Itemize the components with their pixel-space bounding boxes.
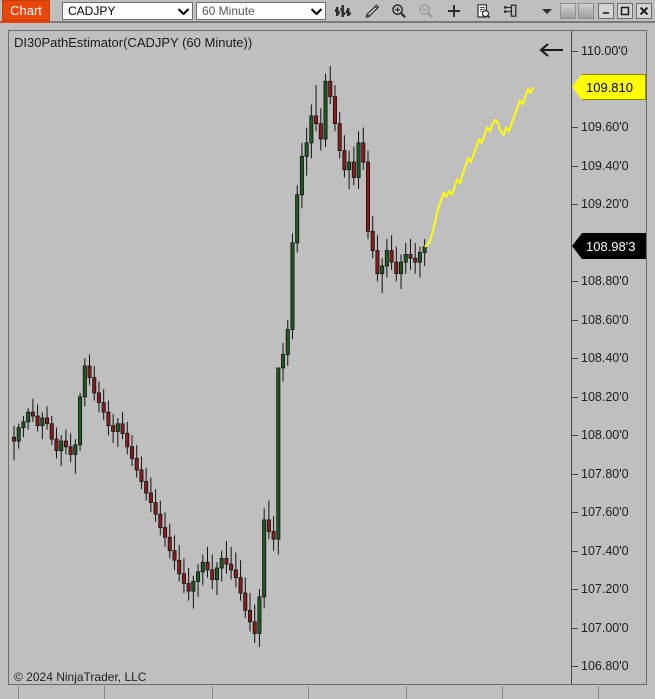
chart-tab[interactable]: Chart	[2, 0, 50, 21]
last-price-marker[interactable]: 108.98'3	[572, 233, 646, 260]
forecast-price-marker[interactable]: 109.810	[572, 74, 646, 101]
forecast-path-line	[424, 86, 535, 248]
price-axis-tick	[572, 281, 578, 283]
marker-pointer-icon	[572, 74, 582, 101]
chevron-down-icon	[308, 3, 325, 19]
minimize-button[interactable]	[598, 3, 614, 19]
zoom-out-icon[interactable]	[413, 2, 438, 20]
price-axis-label: 108.20'0	[581, 389, 629, 404]
price-axis-tick	[572, 396, 578, 398]
interval-select[interactable]: 60 Minute	[196, 2, 326, 20]
symbol-select-value: CADJPY	[68, 4, 116, 18]
symbol-select[interactable]: CADJPY	[62, 2, 193, 20]
price-axis-tick	[572, 435, 578, 437]
price-axis-tick	[572, 165, 578, 167]
forecast-price-label: 109.810	[582, 74, 646, 101]
time-axis-separator	[406, 686, 407, 699]
close-icon	[639, 6, 649, 16]
toolbar: Chart CADJPY 60 Minute	[0, 0, 655, 23]
interval-select-value: 60 Minute	[202, 4, 255, 18]
price-axis-tick	[572, 358, 578, 360]
price-axis-label: 107.80'0	[581, 466, 629, 481]
time-axis-separator	[104, 686, 105, 699]
price-axis-label: 108.40'0	[581, 351, 629, 366]
price-axis-label: 108.80'0	[581, 274, 629, 289]
price-axis[interactable]: 110.00'0 109.60'0 109.40'0 109.20'0 108.80'0…	[572, 31, 646, 684]
time-axis-separator	[598, 686, 599, 699]
toolbar-rule	[50, 21, 655, 23]
forecast-path	[424, 86, 535, 248]
maximize-button[interactable]	[617, 3, 633, 19]
chart-tab-label: Chart	[10, 3, 42, 18]
price-axis-label: 109.40'0	[581, 158, 629, 173]
price-axis-tick	[572, 204, 578, 206]
toolbar-overflow-button[interactable]	[534, 2, 559, 20]
price-axis-tick	[572, 666, 578, 668]
time-axis-separator	[308, 686, 309, 699]
price-axis-label: 108.60'0	[581, 312, 629, 327]
price-axis-label: 108.00'0	[581, 428, 629, 443]
price-axis-label: 106.80'0	[581, 659, 629, 674]
price-axis-label: 109.20'0	[581, 197, 629, 212]
marker-pointer-icon	[572, 233, 582, 260]
price-axis-tick	[572, 512, 578, 514]
time-axis-separator	[18, 686, 19, 699]
price-axis-label: 107.40'0	[581, 543, 629, 558]
restore-square-button-2[interactable]	[578, 3, 594, 19]
pencil-icon[interactable]	[359, 2, 384, 20]
copyright-footer: © 2024 NinjaTrader, LLC	[14, 670, 147, 684]
maximize-icon	[620, 6, 630, 16]
price-axis-tick	[572, 589, 578, 591]
bar-chart-icon[interactable]	[330, 2, 355, 20]
price-axis-tick	[572, 319, 578, 321]
price-axis-label: 107.60'0	[581, 505, 629, 520]
price-axis-tick	[572, 50, 578, 52]
minimize-icon	[603, 12, 609, 14]
time-axis[interactable]	[0, 686, 655, 699]
time-axis-separator	[212, 686, 213, 699]
price-axis-label: 107.20'0	[581, 582, 629, 597]
arrow-left-icon[interactable]	[538, 40, 566, 60]
time-axis-separator	[502, 686, 503, 699]
panel-icon[interactable]	[498, 2, 523, 20]
price-axis-label: 109.60'0	[581, 120, 629, 135]
zoom-in-icon[interactable]	[386, 2, 411, 20]
price-axis-tick	[572, 627, 578, 629]
price-axis-tick	[572, 127, 578, 129]
crosshair-icon[interactable]	[441, 2, 466, 20]
chevron-down-icon	[175, 3, 192, 19]
restore-square-button[interactable]	[560, 3, 576, 19]
price-axis-label: 110.00'0	[581, 43, 628, 58]
last-price-label: 108.98'3	[582, 233, 646, 260]
chart-title: DI30PathEstimator(CADJPY (60 Minute))	[14, 35, 253, 50]
price-axis-label: 107.00'0	[581, 620, 629, 635]
chart-plot-area[interactable]	[9, 31, 572, 684]
price-axis-tick	[572, 473, 578, 475]
chart-window: Chart CADJPY 60 Minute DI30PathEstimator…	[0, 0, 655, 699]
price-axis-tick	[572, 550, 578, 552]
close-button[interactable]	[636, 3, 652, 19]
data-box-icon[interactable]	[470, 2, 495, 20]
